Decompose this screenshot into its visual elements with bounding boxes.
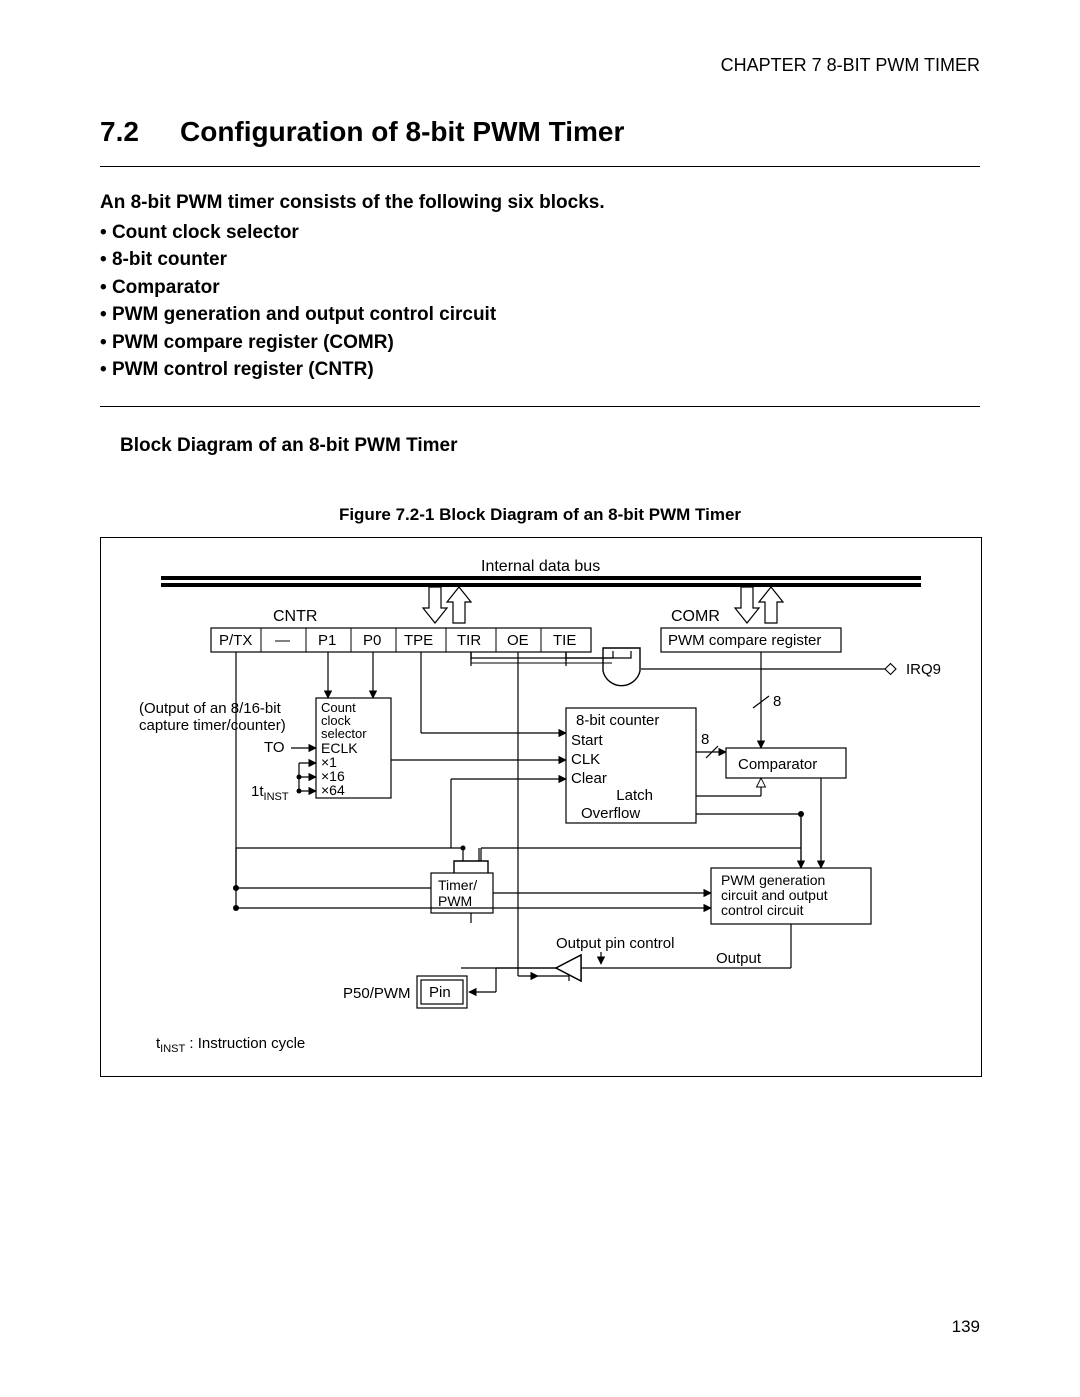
- svg-text:PWM compare register: PWM compare register: [668, 632, 821, 649]
- comr-label: COMR: [671, 608, 720, 625]
- divider: [100, 406, 980, 407]
- svg-text:Pin: Pin: [429, 984, 451, 1001]
- svg-text:TO: TO: [264, 739, 285, 756]
- intro-lead: An 8-bit PWM timer consists of the follo…: [100, 189, 980, 217]
- svg-text:8: 8: [701, 731, 709, 748]
- svg-text:—: —: [275, 632, 290, 649]
- svg-text:Comparator: Comparator: [738, 756, 817, 773]
- svg-text:circuit and output: circuit and output: [721, 887, 828, 903]
- svg-text:8-bit counter: 8-bit counter: [576, 712, 659, 729]
- figure-caption: Figure 7.2-1 Block Diagram of an 8-bit P…: [100, 505, 980, 525]
- svg-text:P0: P0: [363, 632, 381, 649]
- svg-text:selector: selector: [321, 726, 367, 741]
- svg-text:Latch: Latch: [616, 787, 653, 804]
- svg-text:P1: P1: [318, 632, 336, 649]
- svg-text:Clear: Clear: [571, 770, 607, 787]
- intro-item: 8-bit counter: [100, 246, 980, 274]
- intro-list: Count clock selector 8-bit counter Compa…: [100, 219, 980, 384]
- intro-item: Comparator: [100, 274, 980, 302]
- and-gate-irq: [603, 648, 640, 686]
- svg-text:P/TX: P/TX: [219, 632, 252, 649]
- subheading: Block Diagram of an 8-bit PWM Timer: [120, 435, 980, 457]
- svg-text:TIR: TIR: [457, 632, 481, 649]
- page-number: 139: [952, 1317, 980, 1337]
- svg-text:Overflow: Overflow: [581, 805, 640, 822]
- intro-item: PWM generation and output control circui…: [100, 301, 980, 329]
- svg-text:Timer/: Timer/: [438, 877, 477, 893]
- page: CHAPTER 7 8-BIT PWM TIMER 7.2 Configurat…: [0, 0, 1080, 1397]
- section-title: Configuration of 8-bit PWM Timer: [180, 116, 624, 148]
- chapter-header: CHAPTER 7 8-BIT PWM TIMER: [100, 55, 980, 76]
- bus-label: Internal data bus: [481, 558, 600, 575]
- cntr-label: CNTR: [273, 608, 317, 625]
- svg-text:OE: OE: [507, 632, 529, 649]
- svg-text:1tINST: 1tINST: [251, 783, 289, 803]
- svg-text:control circuit: control circuit: [721, 902, 804, 918]
- svg-text:×64: ×64: [321, 782, 345, 798]
- section-heading: 7.2 Configuration of 8-bit PWM Timer: [100, 116, 980, 148]
- p50-pwm-label: P50/PWM: [343, 985, 411, 1002]
- divider: [100, 166, 980, 167]
- intro-item: Count clock selector: [100, 219, 980, 247]
- intro-item: PWM compare register (COMR): [100, 329, 980, 357]
- svg-text:8: 8: [773, 693, 781, 710]
- svg-text:PWM generation: PWM generation: [721, 872, 825, 888]
- svg-text:(Output of an 8/16-bit: (Output of an 8/16-bit: [139, 700, 282, 717]
- svg-text:Output pin control: Output pin control: [556, 935, 674, 952]
- svg-text:CLK: CLK: [571, 751, 600, 768]
- svg-text:TIE: TIE: [553, 632, 576, 649]
- footnote: tINST : Instruction cycle: [156, 1035, 305, 1055]
- section-number: 7.2: [100, 116, 180, 148]
- intro-item: PWM control register (CNTR): [100, 356, 980, 384]
- cntr-register: P/TX — P1 P0 TPE TIR OE TIE: [211, 628, 591, 652]
- block-diagram: Internal data bus CNTR COMR: [100, 537, 982, 1077]
- irq-label: IRQ9: [906, 661, 941, 678]
- intro-block: An 8-bit PWM timer consists of the follo…: [100, 189, 980, 384]
- svg-text:Output: Output: [716, 950, 762, 967]
- svg-text:capture timer/counter): capture timer/counter): [139, 717, 286, 734]
- svg-text:TPE: TPE: [404, 632, 433, 649]
- svg-text:Start: Start: [571, 732, 604, 749]
- svg-text:PWM: PWM: [438, 893, 472, 909]
